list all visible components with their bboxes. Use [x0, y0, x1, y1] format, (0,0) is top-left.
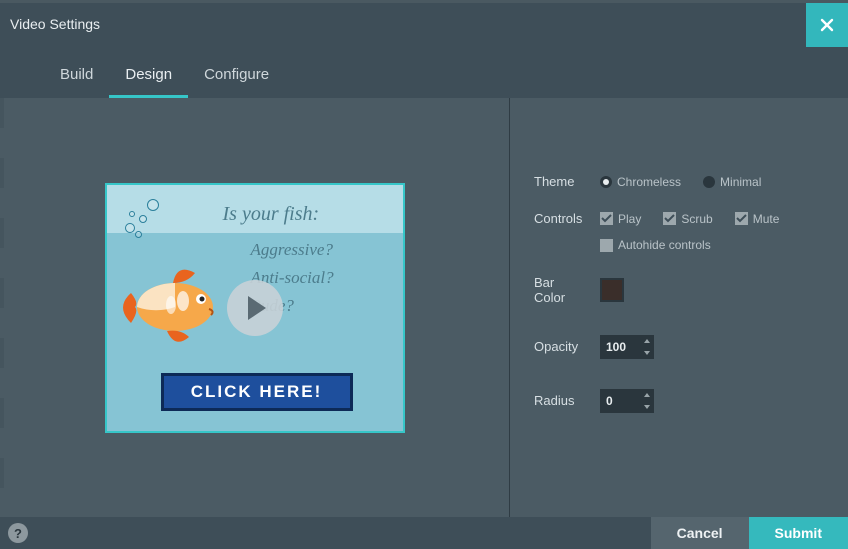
autohide-label: Autohide controls [618, 238, 711, 252]
theme-option-minimal[interactable]: Minimal [703, 175, 761, 189]
opacity-input[interactable] [600, 340, 636, 354]
radius-input[interactable] [600, 394, 636, 408]
opacity-stepper[interactable] [600, 335, 654, 359]
tab-build[interactable]: Build [44, 56, 109, 98]
theme-row: Theme Chromeless Minimal [534, 174, 828, 189]
radius-label: Radius [534, 393, 588, 408]
tabs: Build Design Configure [0, 44, 848, 98]
video-settings-modal: Video Settings Build Design Configure [0, 0, 848, 549]
stepper-up[interactable] [640, 335, 654, 347]
preview-line-1: Aggressive? [223, 240, 403, 260]
modal-footer: ? Cancel Submit [0, 517, 848, 549]
controls-option-label: Mute [753, 212, 780, 226]
fish-icon [113, 249, 233, 359]
stepper-down[interactable] [640, 347, 654, 359]
checkbox-icon [663, 212, 676, 225]
theme-label: Theme [534, 174, 588, 189]
cancel-button[interactable]: Cancel [651, 517, 749, 549]
theme-option-label: Minimal [720, 175, 761, 189]
close-icon [819, 17, 835, 33]
radio-icon [600, 176, 612, 188]
stepper-up[interactable] [640, 389, 654, 401]
barcolor-label: Bar Color [534, 275, 588, 305]
controls-option-label: Scrub [681, 212, 712, 226]
stepper-arrows [640, 389, 654, 413]
settings-pane: Theme Chromeless Minimal Controls Play [510, 98, 848, 517]
stepper-arrows [640, 335, 654, 359]
controls-option-play[interactable]: Play [600, 212, 641, 226]
tab-design[interactable]: Design [109, 56, 188, 98]
help-button[interactable]: ? [8, 523, 28, 543]
radio-icon [703, 176, 715, 188]
preview-pane: Is your fish: Aggressive? Anti-social? R… [0, 98, 510, 517]
controls-option-label: Play [618, 212, 641, 226]
preview-cta-button: CLICK HERE! [161, 373, 353, 411]
controls-label: Controls [534, 211, 588, 226]
modal-titlebar: Video Settings [0, 0, 848, 44]
barcolor-swatch[interactable] [600, 278, 624, 302]
radius-stepper[interactable] [600, 389, 654, 413]
radius-row: Radius [534, 389, 828, 413]
checkbox-icon [735, 212, 748, 225]
theme-option-chromeless[interactable]: Chromeless [600, 175, 681, 189]
controls-option-scrub[interactable]: Scrub [663, 212, 712, 226]
modal-body: Is your fish: Aggressive? Anti-social? R… [0, 98, 848, 517]
opacity-label: Opacity [534, 339, 588, 354]
theme-option-label: Chromeless [617, 175, 681, 189]
autohide-row: Autohide controls [600, 238, 828, 255]
modal-title: Video Settings [10, 16, 100, 32]
submit-button[interactable]: Submit [749, 517, 848, 549]
checkbox-icon [600, 212, 613, 225]
video-preview[interactable]: Is your fish: Aggressive? Anti-social? R… [105, 183, 405, 433]
tab-configure[interactable]: Configure [188, 56, 285, 98]
barcolor-row: Bar Color [534, 275, 828, 305]
preview-headline: Is your fish: [223, 203, 403, 226]
stepper-down[interactable] [640, 401, 654, 413]
opacity-row: Opacity [534, 335, 828, 359]
controls-option-autohide[interactable]: Autohide controls [600, 238, 711, 252]
close-button[interactable] [806, 3, 848, 47]
checkbox-icon [600, 239, 613, 252]
controls-row: Controls Play Scrub Mute [534, 211, 828, 226]
play-icon[interactable] [227, 280, 283, 336]
controls-option-mute[interactable]: Mute [735, 212, 780, 226]
